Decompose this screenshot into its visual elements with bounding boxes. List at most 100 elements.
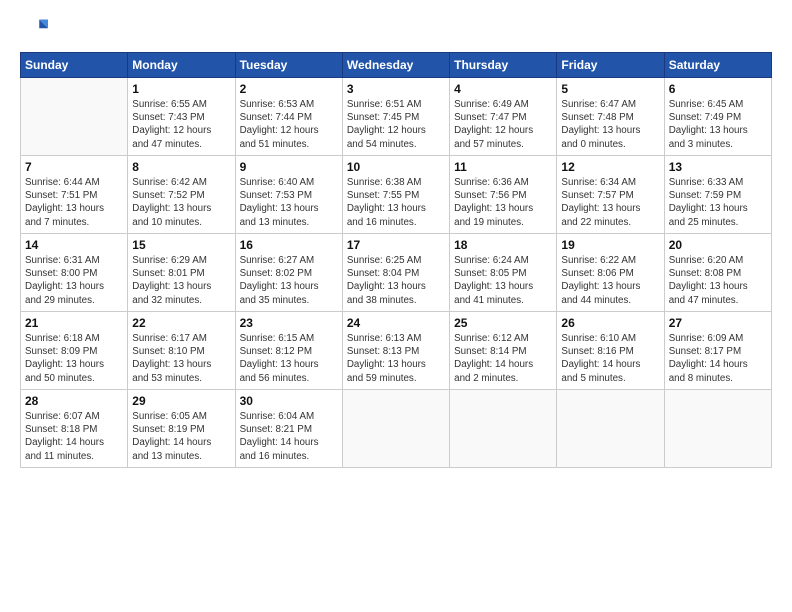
- calendar-cell: 28 Sunrise: 6:07 AMSunset: 8:18 PMDayligh…: [21, 390, 128, 468]
- day-info: Sunrise: 6:17 AMSunset: 8:10 PMDaylight:…: [132, 332, 230, 385]
- day-info: Sunrise: 6:18 AMSunset: 8:09 PMDaylight:…: [25, 332, 123, 385]
- day-number: 23: [240, 316, 338, 330]
- header: [20, 16, 772, 44]
- calendar-cell: 8 Sunrise: 6:42 AMSunset: 7:52 PMDaylight…: [128, 156, 235, 234]
- day-number: 19: [561, 238, 659, 252]
- day-info: Sunrise: 6:49 AMSunset: 7:47 PMDaylight:…: [454, 98, 552, 151]
- calendar-cell: 1Sunrise: 6:55 AMSunset: 7:43 PMDaylight…: [128, 78, 235, 156]
- calendar-cell: 15 Sunrise: 6:29 AMSunset: 8:01 PMDayligh…: [128, 234, 235, 312]
- day-number: 28: [25, 394, 123, 408]
- day-info: Sunrise: 6:27 AMSunset: 8:02 PMDaylight:…: [240, 254, 338, 307]
- day-info: Sunrise: 6:12 AMSunset: 8:14 PMDaylight:…: [454, 332, 552, 385]
- day-number: 22: [132, 316, 230, 330]
- day-info: Sunrise: 6:31 AMSunset: 8:00 PMDaylight:…: [25, 254, 123, 307]
- calendar-cell: 29Sunrise: 6:05 AMSunset: 8:19 PMDayligh…: [128, 390, 235, 468]
- day-info: Sunrise: 6:44 AMSunset: 7:51 PMDaylight:…: [25, 176, 123, 229]
- calendar-cell: 20Sunrise: 6:20 AMSunset: 8:08 PMDayligh…: [664, 234, 771, 312]
- calendar-cell: [342, 390, 449, 468]
- day-info: Sunrise: 6:20 AMSunset: 8:08 PMDaylight:…: [669, 254, 767, 307]
- weekday-header-monday: Monday: [128, 53, 235, 78]
- day-number: 5: [561, 82, 659, 96]
- day-number: 18: [454, 238, 552, 252]
- day-info: Sunrise: 6:07 AMSunset: 8:18 PMDaylight:…: [25, 410, 123, 463]
- day-info: Sunrise: 6:33 AMSunset: 7:59 PMDaylight:…: [669, 176, 767, 229]
- day-info: Sunrise: 6:40 AMSunset: 7:53 PMDaylight:…: [240, 176, 338, 229]
- day-number: 15: [132, 238, 230, 252]
- calendar-cell: 23 Sunrise: 6:15 AMSunset: 8:12 PMDayligh…: [235, 312, 342, 390]
- weekday-header-tuesday: Tuesday: [235, 53, 342, 78]
- weekday-header-thursday: Thursday: [450, 53, 557, 78]
- day-info: Sunrise: 6:09 AMSunset: 8:17 PMDaylight:…: [669, 332, 767, 385]
- calendar-cell: 27 Sunrise: 6:09 AMSunset: 8:17 PMDayligh…: [664, 312, 771, 390]
- calendar-cell: 2Sunrise: 6:53 AMSunset: 7:44 PMDaylight…: [235, 78, 342, 156]
- weekday-header-wednesday: Wednesday: [342, 53, 449, 78]
- day-number: 27: [669, 316, 767, 330]
- day-number: 26: [561, 316, 659, 330]
- weekday-row: SundayMondayTuesdayWednesdayThursdayFrid…: [21, 53, 772, 78]
- calendar-week-4: 21 Sunrise: 6:18 AMSunset: 8:09 PMDayligh…: [21, 312, 772, 390]
- day-number: 4: [454, 82, 552, 96]
- day-info: Sunrise: 6:38 AMSunset: 7:55 PMDaylight:…: [347, 176, 445, 229]
- day-info: Sunrise: 6:10 AMSunset: 8:16 PMDaylight:…: [561, 332, 659, 385]
- calendar-cell: 10 Sunrise: 6:38 AMSunset: 7:55 PMDayligh…: [342, 156, 449, 234]
- calendar-cell: [21, 78, 128, 156]
- day-number: 24: [347, 316, 445, 330]
- calendar-cell: 12Sunrise: 6:34 AMSunset: 7:57 PMDayligh…: [557, 156, 664, 234]
- calendar-cell: 16Sunrise: 6:27 AMSunset: 8:02 PMDayligh…: [235, 234, 342, 312]
- day-number: 6: [669, 82, 767, 96]
- logo-icon: [20, 16, 48, 44]
- day-number: 13: [669, 160, 767, 174]
- calendar-cell: [557, 390, 664, 468]
- calendar-cell: 7 Sunrise: 6:44 AMSunset: 7:51 PMDaylight…: [21, 156, 128, 234]
- day-info: Sunrise: 6:13 AMSunset: 8:13 PMDaylight:…: [347, 332, 445, 385]
- weekday-header-friday: Friday: [557, 53, 664, 78]
- calendar-cell: 21 Sunrise: 6:18 AMSunset: 8:09 PMDayligh…: [21, 312, 128, 390]
- calendar-week-1: 1Sunrise: 6:55 AMSunset: 7:43 PMDaylight…: [21, 78, 772, 156]
- calendar-cell: [450, 390, 557, 468]
- calendar-header: SundayMondayTuesdayWednesdayThursdayFrid…: [21, 53, 772, 78]
- calendar-cell: 22 Sunrise: 6:17 AMSunset: 8:10 PMDayligh…: [128, 312, 235, 390]
- calendar-cell: 26 Sunrise: 6:10 AMSunset: 8:16 PMDayligh…: [557, 312, 664, 390]
- day-number: 2: [240, 82, 338, 96]
- day-number: 14: [25, 238, 123, 252]
- day-number: 12: [561, 160, 659, 174]
- page: SundayMondayTuesdayWednesdayThursdayFrid…: [0, 0, 792, 612]
- calendar-cell: 4 Sunrise: 6:49 AMSunset: 7:47 PMDaylight…: [450, 78, 557, 156]
- calendar-cell: 9 Sunrise: 6:40 AMSunset: 7:53 PMDaylight…: [235, 156, 342, 234]
- calendar-cell: 5 Sunrise: 6:47 AMSunset: 7:48 PMDaylight…: [557, 78, 664, 156]
- day-info: Sunrise: 6:29 AMSunset: 8:01 PMDaylight:…: [132, 254, 230, 307]
- calendar-cell: 17 Sunrise: 6:25 AMSunset: 8:04 PMDayligh…: [342, 234, 449, 312]
- day-number: 21: [25, 316, 123, 330]
- calendar-cell: 25 Sunrise: 6:12 AMSunset: 8:14 PMDayligh…: [450, 312, 557, 390]
- calendar-cell: [664, 390, 771, 468]
- calendar-cell: 13 Sunrise: 6:33 AMSunset: 7:59 PMDayligh…: [664, 156, 771, 234]
- calendar-week-2: 7 Sunrise: 6:44 AMSunset: 7:51 PMDaylight…: [21, 156, 772, 234]
- day-number: 10: [347, 160, 445, 174]
- logo: [20, 16, 52, 44]
- calendar-body: 1Sunrise: 6:55 AMSunset: 7:43 PMDaylight…: [21, 78, 772, 468]
- day-number: 9: [240, 160, 338, 174]
- calendar-cell: 3 Sunrise: 6:51 AMSunset: 7:45 PMDaylight…: [342, 78, 449, 156]
- day-number: 8: [132, 160, 230, 174]
- day-number: 3: [347, 82, 445, 96]
- day-info: Sunrise: 6:25 AMSunset: 8:04 PMDaylight:…: [347, 254, 445, 307]
- day-info: Sunrise: 6:36 AMSunset: 7:56 PMDaylight:…: [454, 176, 552, 229]
- day-info: Sunrise: 6:15 AMSunset: 8:12 PMDaylight:…: [240, 332, 338, 385]
- day-info: Sunrise: 6:51 AMSunset: 7:45 PMDaylight:…: [347, 98, 445, 151]
- day-info: Sunrise: 6:24 AMSunset: 8:05 PMDaylight:…: [454, 254, 552, 307]
- calendar-cell: 6 Sunrise: 6:45 AMSunset: 7:49 PMDaylight…: [664, 78, 771, 156]
- day-info: Sunrise: 6:47 AMSunset: 7:48 PMDaylight:…: [561, 98, 659, 151]
- day-number: 30: [240, 394, 338, 408]
- day-number: 17: [347, 238, 445, 252]
- day-number: 7: [25, 160, 123, 174]
- day-number: 11: [454, 160, 552, 174]
- calendar-cell: 19Sunrise: 6:22 AMSunset: 8:06 PMDayligh…: [557, 234, 664, 312]
- day-info: Sunrise: 6:42 AMSunset: 7:52 PMDaylight:…: [132, 176, 230, 229]
- calendar-cell: 11 Sunrise: 6:36 AMSunset: 7:56 PMDayligh…: [450, 156, 557, 234]
- day-info: Sunrise: 6:04 AMSunset: 8:21 PMDaylight:…: [240, 410, 338, 463]
- calendar-week-3: 14 Sunrise: 6:31 AMSunset: 8:00 PMDayligh…: [21, 234, 772, 312]
- day-number: 25: [454, 316, 552, 330]
- day-info: Sunrise: 6:45 AMSunset: 7:49 PMDaylight:…: [669, 98, 767, 151]
- day-number: 29: [132, 394, 230, 408]
- calendar-cell: 24 Sunrise: 6:13 AMSunset: 8:13 PMDayligh…: [342, 312, 449, 390]
